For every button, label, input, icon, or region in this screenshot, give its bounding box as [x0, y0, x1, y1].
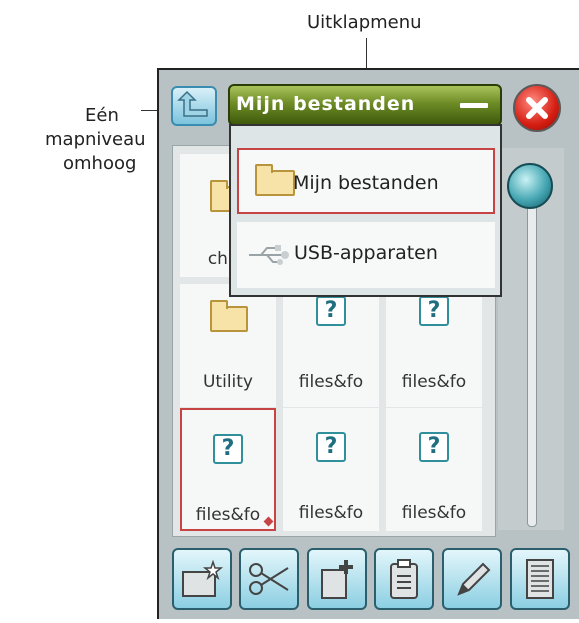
window-title: Mijn bestanden [236, 93, 416, 115]
new-folder-icon [182, 559, 224, 597]
tile-label: files&fo [401, 503, 467, 523]
up-callout-label-2: mapniveau [45, 129, 146, 150]
folder-icon [255, 164, 295, 196]
cut-button[interactable] [239, 548, 299, 610]
tile-file-selected[interactable]: ? files&fo [180, 408, 276, 531]
clipboard-icon [390, 559, 418, 599]
bottom-toolbar [170, 548, 579, 614]
paste-button[interactable] [374, 548, 434, 610]
tile-file[interactable]: ? files&fo [386, 284, 482, 407]
new-file-icon [321, 560, 353, 599]
pencil-icon [457, 562, 491, 596]
close-button[interactable] [513, 84, 561, 132]
tile-file[interactable]: ? files&fo [283, 408, 379, 531]
unknown-file-icon: ? [419, 296, 449, 326]
up-one-level-button[interactable] [171, 86, 217, 126]
dropdown-item-usb-devices[interactable]: USB-apparaten [237, 222, 495, 288]
arrow-up-icon [177, 90, 208, 117]
tile-label: files&fo [195, 505, 261, 525]
up-callout-label-3: omhoog [63, 153, 137, 174]
scissors-icon [249, 563, 289, 595]
usb-icon [249, 245, 289, 265]
dropdown-item-label: USB-apparaten [294, 242, 438, 264]
tile-label: files&fo [401, 372, 467, 392]
minus-icon [460, 103, 488, 108]
tile-file[interactable]: ? files&fo [283, 284, 379, 407]
dropdown-item-label: Mijn bestanden [293, 172, 439, 194]
tile-label: files&fo [298, 503, 364, 523]
tile-utility[interactable]: Utility [180, 284, 276, 407]
up-callout-label-1: Eén [85, 105, 119, 126]
unknown-file-icon: ? [419, 432, 449, 462]
scrollbar-rail [527, 190, 537, 527]
tile-label: files&fo [298, 372, 364, 392]
new-folder-button[interactable] [172, 548, 232, 610]
folder-icon [210, 300, 248, 332]
details-button[interactable] [510, 548, 570, 610]
dropdown-item-my-files[interactable]: Mijn bestanden [237, 148, 495, 214]
unknown-file-icon: ? [316, 432, 346, 462]
tile-label: Utility [202, 372, 253, 392]
unknown-file-icon: ? [316, 296, 346, 326]
document-list-icon [526, 559, 554, 599]
rename-button[interactable] [442, 548, 502, 610]
new-file-button[interactable] [307, 548, 367, 610]
dropdown-callout-label: Uitklapmenu [307, 12, 422, 33]
tile-file[interactable]: ? files&fo [386, 408, 482, 531]
unknown-file-icon: ? [213, 434, 243, 464]
close-icon [526, 97, 548, 119]
scrollbar-thumb[interactable] [507, 163, 553, 209]
